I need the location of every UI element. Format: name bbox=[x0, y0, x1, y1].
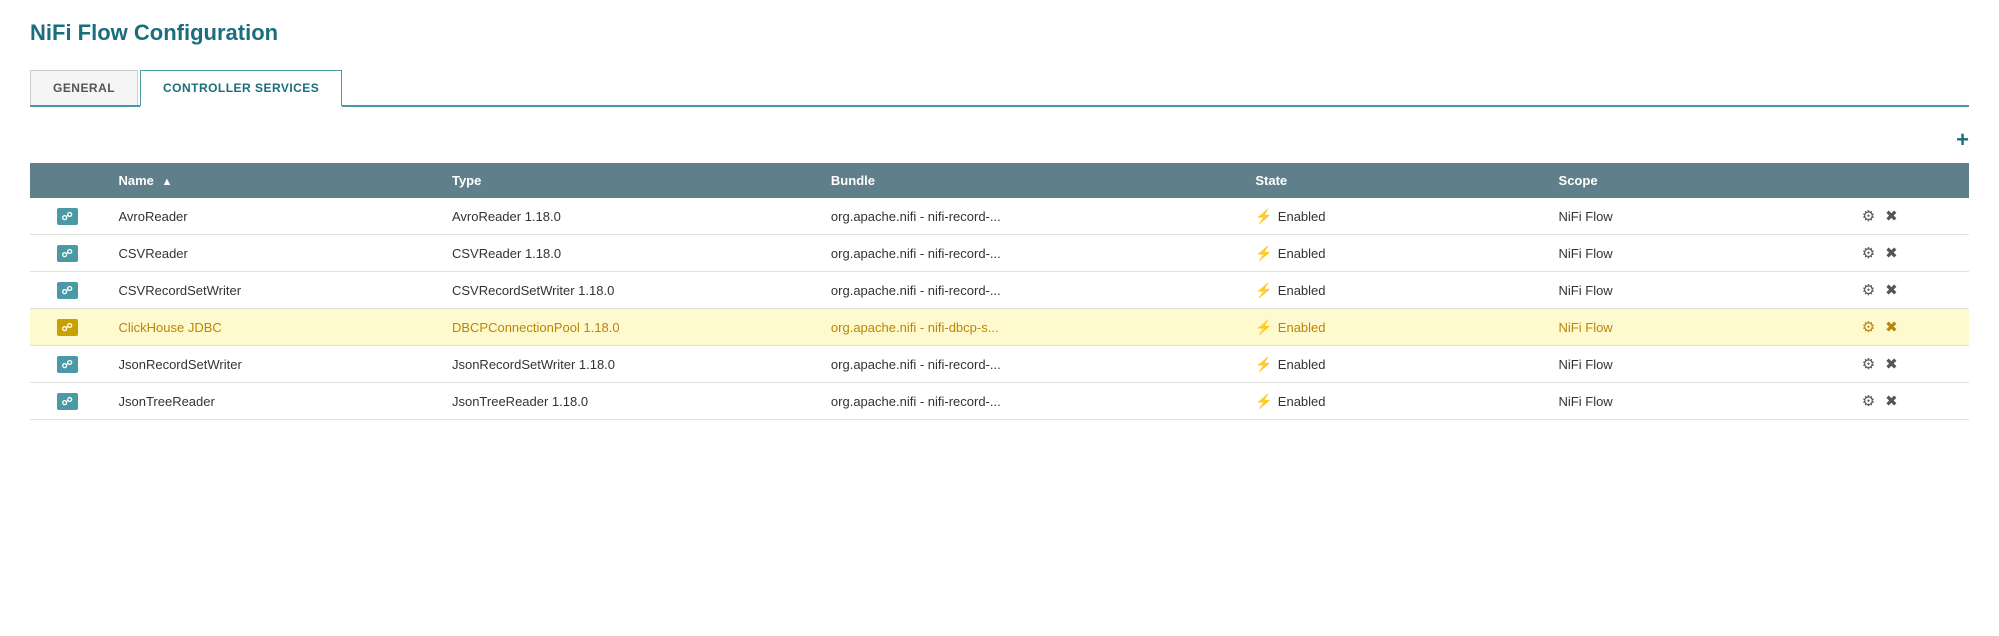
col-bundle: Bundle bbox=[817, 163, 1241, 198]
row-name: JsonTreeReader bbox=[104, 383, 437, 420]
row-type: DBCPConnectionPool 1.18.0 bbox=[438, 309, 817, 346]
state-label: Enabled bbox=[1278, 394, 1326, 409]
tab-general[interactable]: GENERAL bbox=[30, 70, 138, 105]
row-actions: ⚙ ✖ bbox=[1848, 272, 1969, 309]
page-title: NiFi Flow Configuration bbox=[30, 20, 1969, 46]
configure-icon[interactable]: ⚙ bbox=[1862, 392, 1875, 410]
row-state: ⚡ Enabled bbox=[1241, 309, 1544, 346]
toolbar: + bbox=[30, 127, 1969, 153]
row-actions: ⚙ ✖ bbox=[1848, 198, 1969, 235]
table-row[interactable]: ☍ JsonRecordSetWriter JsonRecordSetWrite… bbox=[30, 346, 1969, 383]
row-actions: ⚙ ✖ bbox=[1848, 346, 1969, 383]
table-header: Name ▲ Type Bundle State Scope bbox=[30, 163, 1969, 198]
table-row[interactable]: ☍ ClickHouse JDBC DBCPConnectionPool 1.1… bbox=[30, 309, 1969, 346]
row-scope: NiFi Flow bbox=[1545, 383, 1848, 420]
row-service-icon: ☍ bbox=[30, 309, 104, 346]
state-label: Enabled bbox=[1278, 246, 1326, 261]
row-state: ⚡ Enabled bbox=[1241, 272, 1544, 309]
table-row[interactable]: ☍ CSVRecordSetWriter CSVRecordSetWriter … bbox=[30, 272, 1969, 309]
state-lightning-icon: ⚡ bbox=[1255, 282, 1272, 299]
col-state: State bbox=[1241, 163, 1544, 198]
col-scope: Scope bbox=[1545, 163, 1848, 198]
disable-icon[interactable]: ✖ bbox=[1885, 207, 1898, 225]
state-label: Enabled bbox=[1278, 320, 1326, 335]
sort-arrow-name: ▲ bbox=[162, 176, 173, 188]
disable-icon[interactable]: ✖ bbox=[1885, 355, 1898, 373]
row-bundle: org.apache.nifi - nifi-record-... bbox=[817, 198, 1241, 235]
row-type: CSVReader 1.18.0 bbox=[438, 235, 817, 272]
row-state: ⚡ Enabled bbox=[1241, 383, 1544, 420]
row-service-icon: ☍ bbox=[30, 346, 104, 383]
row-type: JsonTreeReader 1.18.0 bbox=[438, 383, 817, 420]
col-type: Type bbox=[438, 163, 817, 198]
row-bundle: org.apache.nifi - nifi-dbcp-s... bbox=[817, 309, 1241, 346]
row-scope: NiFi Flow bbox=[1545, 346, 1848, 383]
row-name: AvroReader bbox=[104, 198, 437, 235]
row-bundle: org.apache.nifi - nifi-record-... bbox=[817, 272, 1241, 309]
col-actions bbox=[1848, 163, 1969, 198]
row-service-icon: ☍ bbox=[30, 235, 104, 272]
add-button[interactable]: + bbox=[1956, 127, 1969, 153]
row-scope: NiFi Flow bbox=[1545, 198, 1848, 235]
row-name: CSVReader bbox=[104, 235, 437, 272]
row-name: CSVRecordSetWriter bbox=[104, 272, 437, 309]
disable-icon[interactable]: ✖ bbox=[1885, 244, 1898, 262]
row-state: ⚡ Enabled bbox=[1241, 235, 1544, 272]
disable-icon[interactable]: ✖ bbox=[1885, 281, 1898, 299]
row-name: ClickHouse JDBC bbox=[104, 309, 437, 346]
table-row[interactable]: ☍ JsonTreeReader JsonTreeReader 1.18.0 o… bbox=[30, 383, 1969, 420]
state-lightning-icon: ⚡ bbox=[1255, 245, 1272, 262]
state-label: Enabled bbox=[1278, 283, 1326, 298]
table-body: ☍ AvroReader AvroReader 1.18.0 org.apach… bbox=[30, 198, 1969, 420]
row-service-icon: ☍ bbox=[30, 198, 104, 235]
configure-icon[interactable]: ⚙ bbox=[1862, 207, 1875, 225]
row-type: JsonRecordSetWriter 1.18.0 bbox=[438, 346, 817, 383]
tab-controller-services[interactable]: CONTROLLER SERVICES bbox=[140, 70, 342, 107]
row-state: ⚡ Enabled bbox=[1241, 198, 1544, 235]
configure-icon[interactable]: ⚙ bbox=[1862, 318, 1875, 336]
configure-icon[interactable]: ⚙ bbox=[1862, 244, 1875, 262]
state-label: Enabled bbox=[1278, 357, 1326, 372]
disable-icon[interactable]: ✖ bbox=[1885, 318, 1898, 336]
state-lightning-icon: ⚡ bbox=[1255, 208, 1272, 225]
row-bundle: org.apache.nifi - nifi-record-... bbox=[817, 235, 1241, 272]
col-icon bbox=[30, 163, 104, 198]
table-row[interactable]: ☍ CSVReader CSVReader 1.18.0 org.apache.… bbox=[30, 235, 1969, 272]
row-type: CSVRecordSetWriter 1.18.0 bbox=[438, 272, 817, 309]
disable-icon[interactable]: ✖ bbox=[1885, 392, 1898, 410]
row-scope: NiFi Flow bbox=[1545, 309, 1848, 346]
col-name[interactable]: Name ▲ bbox=[104, 163, 437, 198]
state-lightning-icon: ⚡ bbox=[1255, 393, 1272, 410]
row-bundle: org.apache.nifi - nifi-record-... bbox=[817, 383, 1241, 420]
tabs-bar: GENERAL CONTROLLER SERVICES bbox=[30, 70, 1969, 107]
state-lightning-icon: ⚡ bbox=[1255, 319, 1272, 336]
row-service-icon: ☍ bbox=[30, 272, 104, 309]
table-row[interactable]: ☍ AvroReader AvroReader 1.18.0 org.apach… bbox=[30, 198, 1969, 235]
row-name: JsonRecordSetWriter bbox=[104, 346, 437, 383]
row-state: ⚡ Enabled bbox=[1241, 346, 1544, 383]
state-label: Enabled bbox=[1278, 209, 1326, 224]
row-scope: NiFi Flow bbox=[1545, 272, 1848, 309]
services-table: Name ▲ Type Bundle State Scope ☍ AvroRea… bbox=[30, 163, 1969, 420]
page-container: NiFi Flow Configuration GENERAL CONTROLL… bbox=[0, 0, 1999, 440]
row-service-icon: ☍ bbox=[30, 383, 104, 420]
state-lightning-icon: ⚡ bbox=[1255, 356, 1272, 373]
row-actions: ⚙ ✖ bbox=[1848, 383, 1969, 420]
row-actions: ⚙ ✖ bbox=[1848, 309, 1969, 346]
row-actions: ⚙ ✖ bbox=[1848, 235, 1969, 272]
row-type: AvroReader 1.18.0 bbox=[438, 198, 817, 235]
configure-icon[interactable]: ⚙ bbox=[1862, 355, 1875, 373]
row-bundle: org.apache.nifi - nifi-record-... bbox=[817, 346, 1241, 383]
row-scope: NiFi Flow bbox=[1545, 235, 1848, 272]
configure-icon[interactable]: ⚙ bbox=[1862, 281, 1875, 299]
